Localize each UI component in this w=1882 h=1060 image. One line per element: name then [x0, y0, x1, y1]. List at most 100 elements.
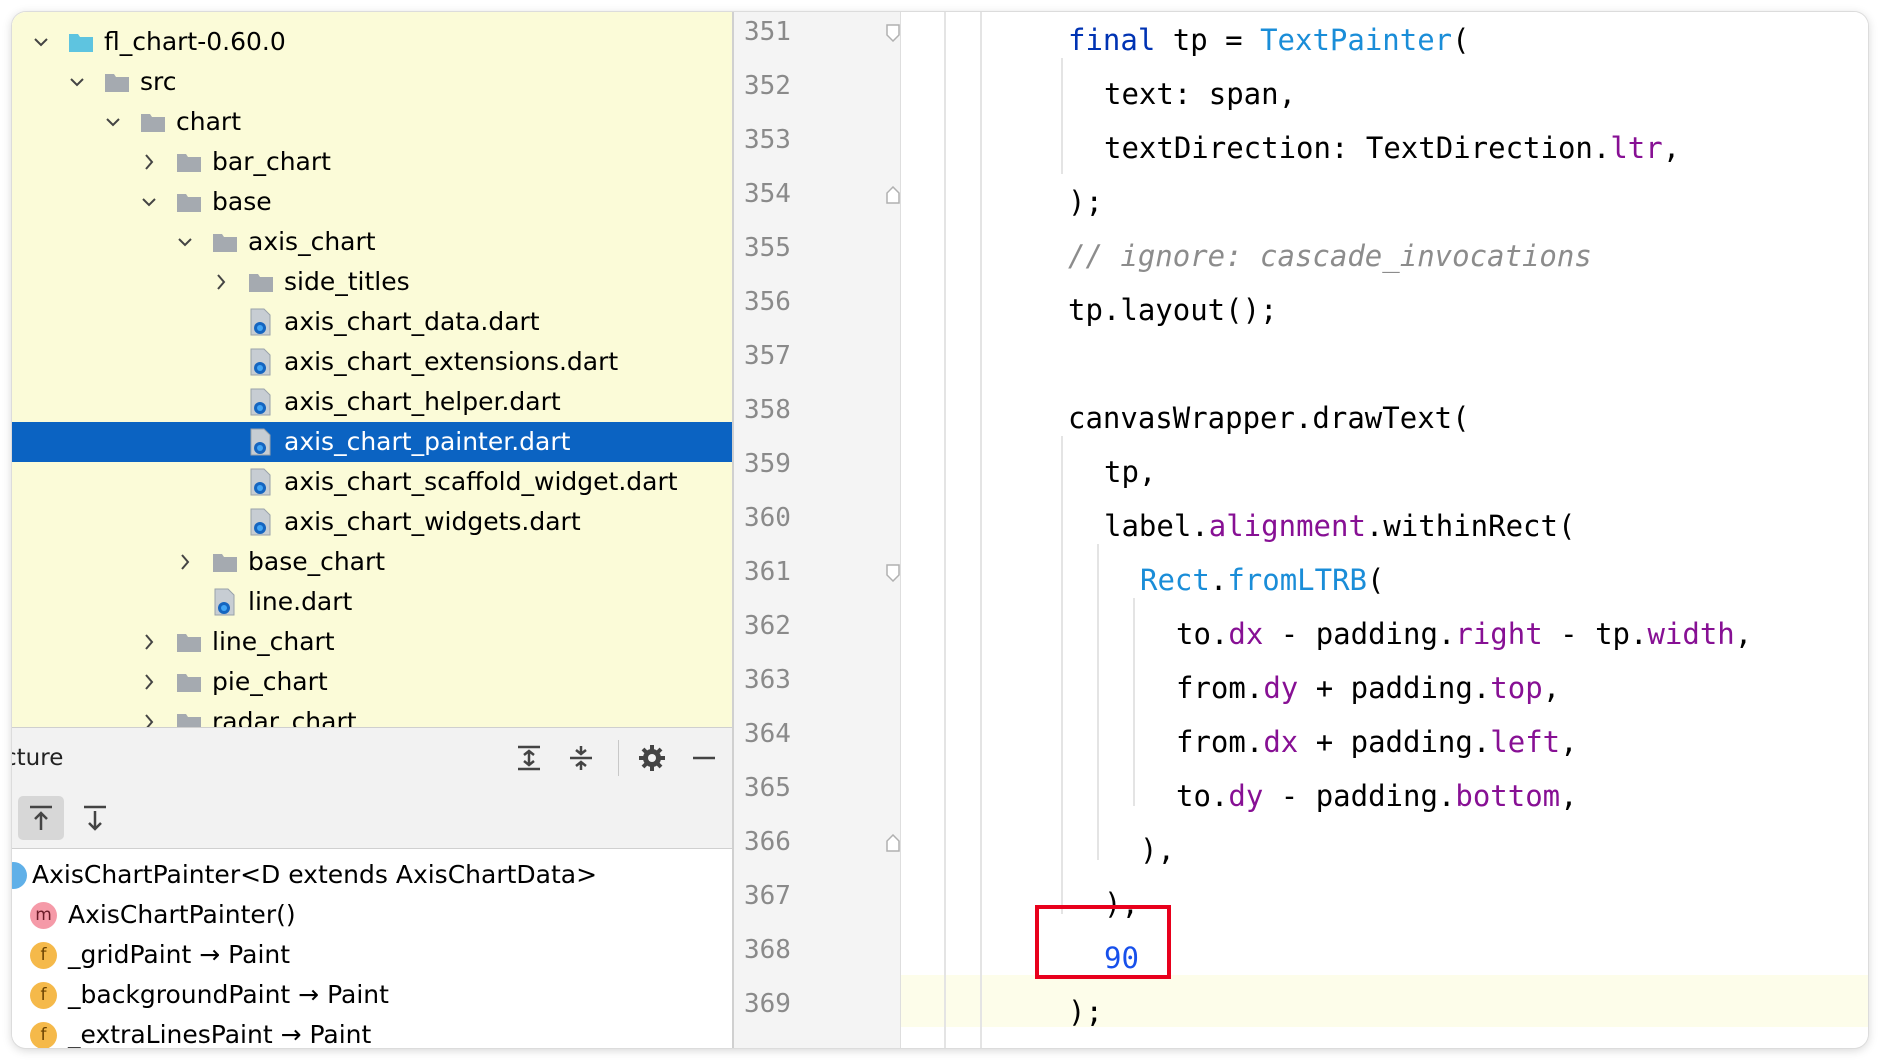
expand-all-icon[interactable] — [514, 743, 544, 773]
tree-item-axis-chart-scaffold-widget[interactable]: axis_chart_scaffold_widget.dart — [12, 462, 732, 502]
tree-item-line-chart[interactable]: line_chart — [12, 622, 732, 662]
structure-item-constructor[interactable]: m AxisChartPainter() — [12, 895, 732, 935]
tree-item-label: radar_chart — [212, 707, 357, 727]
tree-item-axis-chart-extensions[interactable]: axis_chart_extensions.dart — [12, 342, 732, 382]
line-number: 367 — [744, 881, 791, 911]
tree-item-bar-chart[interactable]: bar_chart — [12, 142, 732, 182]
chevron-right-icon[interactable] — [140, 711, 158, 727]
folder-icon — [177, 194, 201, 212]
tree-item-label: fl_chart-0.60.0 — [104, 27, 286, 56]
tree-item-label: axis_chart_painter.dart — [284, 427, 571, 456]
tree-item-label: chart — [176, 107, 241, 136]
fold-marker-icon[interactable] — [886, 186, 900, 204]
dart-file-icon — [250, 308, 271, 336]
autoscroll-to-source-button[interactable] — [72, 796, 118, 840]
structure-item-field[interactable]: f _backgroundPaint → Paint — [12, 975, 732, 1015]
tree-item-radar-chart[interactable]: radar_chart — [12, 702, 732, 727]
chevron-down-icon[interactable] — [32, 31, 50, 53]
fold-marker-icon[interactable] — [886, 834, 900, 852]
tree-item-label: pie_chart — [212, 667, 328, 696]
code-line-366[interactable]: ), — [1140, 830, 1175, 870]
arrow-down-bar-icon — [84, 805, 106, 831]
code-line-369[interactable]: ); — [1068, 992, 1103, 1032]
tree-item-label: line_chart — [212, 627, 335, 656]
structure-item-field[interactable]: f _extraLinesPaint → Paint — [12, 1015, 732, 1048]
code-line-362[interactable]: to.dx - padding.right - tp.width, — [1176, 614, 1752, 654]
tree-item-side-titles[interactable]: side_titles — [12, 262, 732, 302]
tree-item-fl-chart[interactable]: fl_chart-0.60.0 — [12, 22, 732, 62]
folder-icon — [249, 274, 273, 292]
structure-item-field[interactable]: f _gridPaint → Paint — [12, 935, 732, 975]
line-number: 363 — [744, 665, 791, 695]
gear-icon[interactable] — [637, 743, 667, 773]
code-line-352[interactable]: text: span, — [1104, 74, 1296, 114]
chevron-down-icon[interactable] — [176, 231, 194, 253]
tree-item-base[interactable]: base — [12, 182, 732, 222]
dart-file-icon — [250, 468, 271, 496]
method-icon: m — [30, 902, 57, 929]
tree-item-label: axis_chart — [248, 227, 376, 256]
tree-item-chart[interactable]: chart — [12, 102, 732, 142]
ide-window: fl_chart-0.60.0 src chart bar_chart base… — [12, 12, 1868, 1048]
tree-item-label: bar_chart — [212, 147, 331, 176]
code-line-358[interactable]: canvasWrapper.drawText( — [1068, 398, 1470, 438]
code-line-355[interactable]: // ignore: cascade_invocations — [1068, 236, 1592, 276]
chevron-down-icon[interactable] — [68, 71, 86, 93]
tree-item-pie-chart[interactable]: pie_chart — [12, 662, 732, 702]
line-number: 354 — [744, 179, 791, 209]
chevron-right-icon[interactable] — [140, 671, 158, 693]
line-number: 366 — [744, 827, 791, 857]
code-line-361[interactable]: Rect.fromLTRB( — [1140, 560, 1384, 600]
left-panel: fl_chart-0.60.0 src chart bar_chart base… — [12, 12, 734, 1048]
folder-icon — [105, 74, 129, 92]
red-highlight-annotation — [1035, 905, 1171, 979]
fold-marker-icon[interactable] — [886, 564, 900, 582]
code-line-353[interactable]: textDirection: TextDirection.ltr, — [1104, 128, 1680, 168]
dart-file-icon — [214, 588, 235, 616]
line-number: 356 — [744, 287, 791, 317]
module-folder-icon — [69, 34, 93, 52]
indent-guide — [1097, 544, 1099, 860]
code-line-360[interactable]: label.alignment.withinRect( — [1104, 506, 1575, 546]
chevron-right-icon[interactable] — [212, 271, 230, 293]
code-line-364[interactable]: from.dx + padding.left, — [1176, 722, 1578, 762]
code-line-351[interactable]: final tp = TextPainter( — [1068, 20, 1470, 60]
class-icon — [12, 862, 27, 889]
line-number: 358 — [744, 395, 791, 425]
dart-file-icon — [250, 388, 271, 416]
chevron-right-icon[interactable] — [176, 551, 194, 573]
scroll-from-source-button[interactable] — [18, 796, 64, 840]
line-number: 364 — [744, 719, 791, 749]
tree-item-axis-chart-widgets[interactable]: axis_chart_widgets.dart — [12, 502, 732, 542]
line-number: 361 — [744, 557, 791, 587]
tree-item-label: base_chart — [248, 547, 386, 576]
chevron-right-icon[interactable] — [140, 151, 158, 173]
code-line-363[interactable]: from.dy + padding.top, — [1176, 668, 1560, 708]
code-line-359[interactable]: tp, — [1104, 452, 1156, 492]
tree-item-axis-chart-painter[interactable]: axis_chart_painter.dart — [12, 422, 732, 462]
tree-item-axis-chart-data[interactable]: axis_chart_data.dart — [12, 302, 732, 342]
project-tree: fl_chart-0.60.0 src chart bar_chart base… — [12, 12, 732, 727]
current-line-highlight — [734, 975, 1868, 1027]
minimize-icon[interactable] — [689, 743, 719, 773]
indent-guide — [1133, 598, 1135, 806]
tree-item-line-dart[interactable]: line.dart — [12, 582, 732, 622]
toolbar-separator — [618, 740, 619, 776]
collapse-all-icon[interactable] — [566, 743, 596, 773]
line-number: 357 — [744, 341, 791, 371]
chevron-down-icon[interactable] — [140, 191, 158, 213]
fold-marker-icon[interactable] — [886, 24, 900, 42]
tree-item-axis-chart[interactable]: axis_chart — [12, 222, 732, 262]
tree-item-axis-chart-helper[interactable]: axis_chart_helper.dart — [12, 382, 732, 422]
line-number: 353 — [744, 125, 791, 155]
chevron-down-icon[interactable] — [104, 111, 122, 133]
structure-item-class[interactable]: AxisChartPainter<D extends AxisChartData… — [12, 855, 732, 895]
tree-item-src[interactable]: src — [12, 62, 732, 102]
code-line-356[interactable]: tp.layout(); — [1068, 290, 1278, 330]
chevron-right-icon[interactable] — [140, 631, 158, 653]
code-editor[interactable]: 351 352 353 354 355 356 357 358 359 360 … — [734, 12, 1868, 1048]
line-number-gutter[interactable]: 351 352 353 354 355 356 357 358 359 360 … — [734, 12, 901, 1048]
tree-item-base-chart[interactable]: base_chart — [12, 542, 732, 582]
code-line-365[interactable]: to.dy - padding.bottom, — [1176, 776, 1578, 816]
code-line-354[interactable]: ); — [1068, 182, 1103, 222]
